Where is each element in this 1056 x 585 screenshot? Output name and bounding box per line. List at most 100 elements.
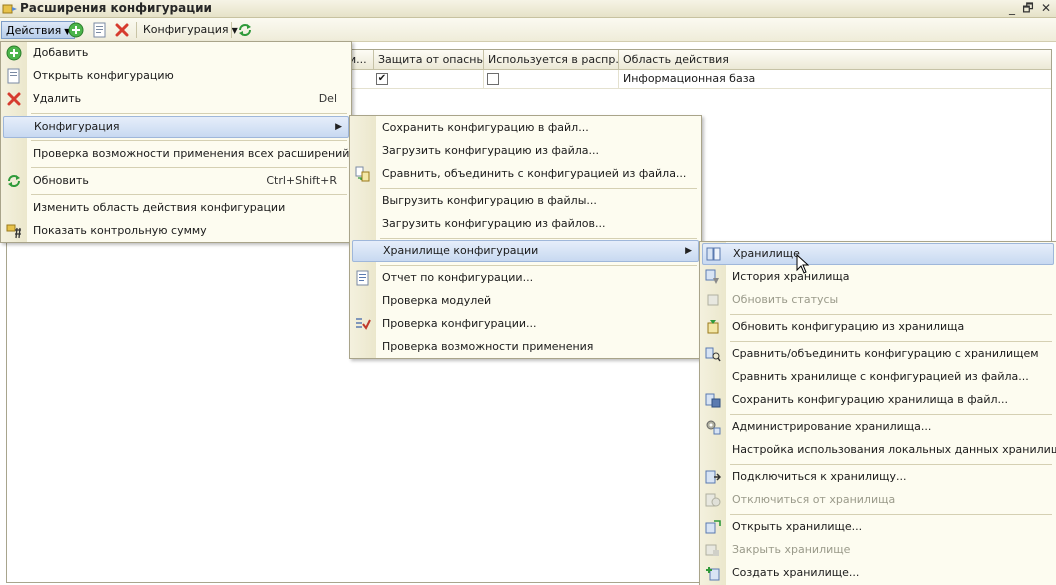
protection-checkbox[interactable]: ✔ xyxy=(376,73,388,85)
menu-item-disconnect-storage[interactable]: Отключиться от хранилища xyxy=(702,489,1054,511)
compare-merge-icon xyxy=(355,166,370,182)
menu-item-check-all-extensions[interactable]: Проверка возможности применения всех рас… xyxy=(3,143,349,165)
checksum-icon xyxy=(6,224,21,239)
mouse-cursor-icon xyxy=(796,254,810,274)
add-icon[interactable] xyxy=(68,22,84,38)
menu-item-add[interactable]: Добавить xyxy=(3,42,349,64)
used-cell xyxy=(484,70,619,89)
menu-item-compare-merge-file[interactable]: Сравнить, объединить с конфигурацией из … xyxy=(352,163,699,185)
menu-item-label: Отключиться от хранилища xyxy=(732,493,896,506)
actions-menu: Добавить Открыть конфигурацию Удалить De… xyxy=(0,41,352,243)
menu-item-checksum[interactable]: Показать контрольную сумму xyxy=(3,220,349,242)
configuration-label: Конфигурация xyxy=(143,23,229,36)
menu-item-load-config-from-file[interactable]: Загрузить конфигурацию из файла... xyxy=(352,140,699,162)
menu-item-close-storage[interactable]: Закрыть хранилище xyxy=(702,539,1054,561)
add-icon xyxy=(6,45,22,61)
menu-separator xyxy=(730,414,1052,415)
extension-icon xyxy=(2,4,17,14)
refresh-icon[interactable] xyxy=(237,22,253,38)
menu-separator xyxy=(730,514,1052,515)
menu-item-label: Настройка использования локальных данных… xyxy=(732,443,1056,456)
refresh-icon xyxy=(8,175,20,187)
menu-item-configuration[interactable]: Конфигурация ▶ xyxy=(3,116,349,138)
menu-item-label: Отчет по конфигурации... xyxy=(382,271,534,284)
menu-item-label: Сравнить хранилище с конфигурацией из фа… xyxy=(732,370,1029,383)
connect-icon xyxy=(705,470,721,484)
menu-item-configuration-storage[interactable]: Хранилище конфигурации ▶ xyxy=(352,240,699,262)
window-title: Расширения конфигурации xyxy=(20,1,212,15)
configuration-dropdown-button[interactable]: Конфигурация ▼ xyxy=(139,21,242,39)
menu-item-label: Сохранить конфигурацию в файл... xyxy=(382,121,589,134)
menu-item-label: Хранилище xyxy=(733,247,800,260)
menu-item-update-statuses[interactable]: Обновить статусы xyxy=(702,289,1054,311)
menu-item-save-storage-config[interactable]: Сохранить конфигурацию хранилища в файл.… xyxy=(702,389,1054,411)
menu-item-label: Изменить область действия конфигурации xyxy=(33,201,286,214)
open-config-icon[interactable] xyxy=(92,22,108,38)
actions-dropdown-button[interactable]: Действия ▼ xyxy=(1,21,76,39)
menu-item-create-storage[interactable]: Создать хранилище... xyxy=(702,562,1054,584)
menu-item-label: Конфигурация xyxy=(34,120,120,133)
menu-item-delete[interactable]: Удалить Del xyxy=(3,88,349,110)
menu-item-storage-admin[interactable]: Администрирование хранилища... xyxy=(702,416,1054,438)
menu-separator xyxy=(31,194,347,195)
compare-storage-icon xyxy=(705,347,721,362)
menu-item-shortcut: Ctrl+Shift+R xyxy=(266,174,337,187)
protection-cell: ✔ xyxy=(374,70,484,89)
menu-item-label: История хранилища xyxy=(732,270,850,283)
menu-item-local-data-settings[interactable]: Настройка использования локальных данных… xyxy=(702,439,1056,461)
toolbar: Действия ▼ Конфигурация ▼ xyxy=(0,18,1056,42)
used-checkbox[interactable] xyxy=(487,73,499,85)
menu-item-label: Проверка модулей xyxy=(382,294,492,307)
column-header-scope[interactable]: Область действия xyxy=(619,50,1051,70)
minimize-button[interactable]: _ xyxy=(1004,0,1020,17)
menu-item-label: Открыть хранилище... xyxy=(732,520,863,533)
menu-separator xyxy=(31,140,347,141)
create-storage-icon xyxy=(706,567,720,581)
menu-item-import-from-files[interactable]: Загрузить конфигурацию из файлов... xyxy=(352,213,699,235)
menu-item-label: Сравнить, объединить с конфигурацией из … xyxy=(382,167,687,180)
menu-item-update-from-storage[interactable]: Обновить конфигурацию из хранилища xyxy=(702,316,1054,338)
menu-item-check-applicability[interactable]: Проверка возможности применения xyxy=(352,336,699,358)
menu-item-config-report[interactable]: Отчет по конфигурации... xyxy=(352,267,699,289)
menu-separator xyxy=(730,464,1052,465)
menu-item-open-configuration[interactable]: Открыть конфигурацию xyxy=(3,65,349,87)
save-storage-icon xyxy=(705,393,721,408)
open-config-icon xyxy=(7,68,20,84)
menu-item-check-modules[interactable]: Проверка модулей xyxy=(352,290,699,312)
submenu-arrow-icon: ▶ xyxy=(685,246,692,256)
menu-separator xyxy=(380,265,697,266)
close-button[interactable]: ✕ xyxy=(1038,0,1054,17)
menu-item-save-config-to-file[interactable]: Сохранить конфигурацию в файл... xyxy=(352,117,699,139)
menu-item-change-scope[interactable]: Изменить область действия конфигурации xyxy=(3,197,349,219)
open-storage-icon xyxy=(705,520,721,534)
menu-item-storage-history[interactable]: История хранилища xyxy=(702,266,1054,288)
menu-item-export-to-files[interactable]: Выгрузить конфигурацию в файлы... xyxy=(352,190,699,212)
menu-item-storage[interactable]: Хранилище xyxy=(702,243,1054,265)
menu-item-check-configuration[interactable]: Проверка конфигурации... xyxy=(352,313,699,335)
menu-item-label: Проверка возможности применения всех рас… xyxy=(33,147,350,160)
restore-button[interactable]: 🗗 xyxy=(1020,0,1036,17)
menu-item-shortcut: Del xyxy=(318,92,337,105)
column-header-protection[interactable]: Защита от опасны... xyxy=(374,50,484,70)
menu-item-label: Хранилище конфигурации xyxy=(383,244,539,257)
column-header-used[interactable]: Используется в распр... xyxy=(484,50,619,70)
menu-item-connect-storage[interactable]: Подключиться к хранилищу... xyxy=(702,466,1054,488)
menu-separator xyxy=(380,238,697,239)
menu-item-refresh[interactable]: Обновить Ctrl+Shift+R xyxy=(3,170,349,192)
menu-item-label: Обновить конфигурацию из хранилища xyxy=(732,320,965,333)
menu-item-label: Открыть конфигурацию xyxy=(33,69,174,82)
toolbar-separator xyxy=(231,22,232,38)
menu-item-label: Проверка конфигурации... xyxy=(382,317,537,330)
storage-submenu: Хранилище История хранилища Обновить ста… xyxy=(699,241,1056,585)
delete-icon[interactable] xyxy=(114,22,130,38)
toolbar-separator xyxy=(136,22,137,38)
menu-separator xyxy=(730,314,1052,315)
menu-item-label: Подключиться к хранилищу... xyxy=(732,470,907,483)
menu-item-compare-storage-with-file[interactable]: Сравнить хранилище с конфигурацией из фа… xyxy=(702,366,1054,388)
menu-item-label: Загрузить конфигурацию из файлов... xyxy=(382,217,606,230)
menu-item-compare-merge-storage[interactable]: Сравнить/объединить конфигурацию с храни… xyxy=(702,343,1054,365)
menu-item-label: Администрирование хранилища... xyxy=(732,420,932,433)
menu-item-open-storage[interactable]: Открыть хранилище... xyxy=(702,516,1054,538)
menu-separator xyxy=(31,113,347,114)
check-config-icon xyxy=(356,318,371,330)
